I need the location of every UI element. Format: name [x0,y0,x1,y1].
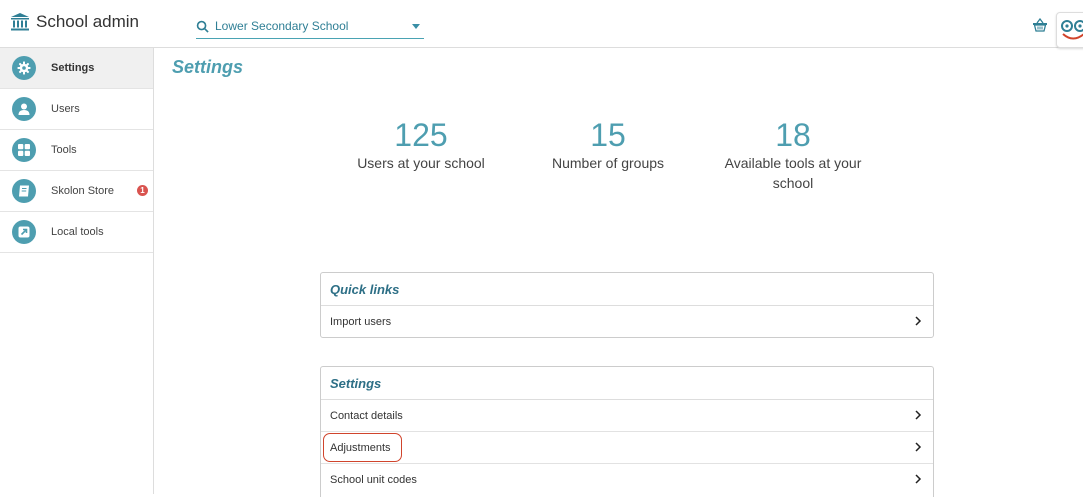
list-item-contact-details[interactable]: Contact details [321,400,933,432]
sidebar-item-skolon-store[interactable]: Skolon Store 1 [0,171,153,212]
sidebar: Settings Users Tools Skolon Store 1 Loca… [0,48,154,494]
chevron-right-icon [915,316,922,326]
sidebar-item-settings[interactable]: Settings [0,48,153,89]
chevron-down-icon [412,23,420,29]
external-link-icon [12,220,36,244]
chevron-right-icon [915,410,922,420]
list-item-import-users[interactable]: Import users [321,306,933,337]
stat-value: 18 [775,117,811,153]
list-item-label: Contact details [330,409,403,422]
school-select[interactable]: Lower Secondary School [196,14,424,39]
app-title: School admin [36,12,140,31]
settings-card: Settings Contact details Adjustments Sch… [320,366,934,497]
stat-groups: 15 Number of groups [532,117,684,173]
page-title: Settings [172,57,244,77]
avatar[interactable] [1056,12,1083,48]
basket-icon[interactable] [1032,18,1048,32]
book-icon [12,179,36,203]
highlight-outline [323,433,402,462]
notification-badge: 1 [137,185,148,196]
face-avatar-icon [1061,20,1083,40]
sidebar-item-label: Users [51,103,80,115]
stat-value: 125 [394,117,448,153]
chevron-right-icon [915,442,922,452]
sidebar-item-label: Local tools [51,226,104,238]
sidebar-item-label: Tools [51,144,77,156]
top-header: School admin Lower Secondary School [0,0,1083,48]
brand[interactable]: School admin [10,12,139,32]
list-item-label: School unit codes [330,473,417,486]
institution-icon [11,13,29,31]
list-item-school-unit-codes[interactable]: School unit codes [321,464,933,495]
quick-links-card: Quick links Import users [320,272,934,338]
stat-tools: 18 Available tools at your school [718,117,868,193]
school-select-value: Lower Secondary School [215,19,349,33]
sidebar-item-users[interactable]: Users [0,89,153,130]
stat-users: 125 Users at your school [340,117,502,173]
chevron-right-icon [915,474,922,484]
sidebar-item-label: Settings [51,62,95,74]
user-icon [12,97,36,121]
list-item-label: Import users [330,315,392,328]
stat-value: 15 [590,117,626,153]
search-icon [196,20,209,33]
list-item-adjustments[interactable]: Adjustments [321,432,933,464]
sidebar-item-label: Skolon Store [51,185,114,197]
sidebar-item-tools[interactable]: Tools [0,130,153,171]
gear-icon [12,56,36,80]
card-title: Quick links [321,273,933,306]
grid-icon [12,138,36,162]
sidebar-item-local-tools[interactable]: Local tools [0,212,153,253]
stat-label: Number of groups [551,155,665,171]
stat-label: Users at your school [357,155,485,171]
card-title: Settings [321,367,933,400]
stat-label: Available tools at your school [724,155,862,191]
